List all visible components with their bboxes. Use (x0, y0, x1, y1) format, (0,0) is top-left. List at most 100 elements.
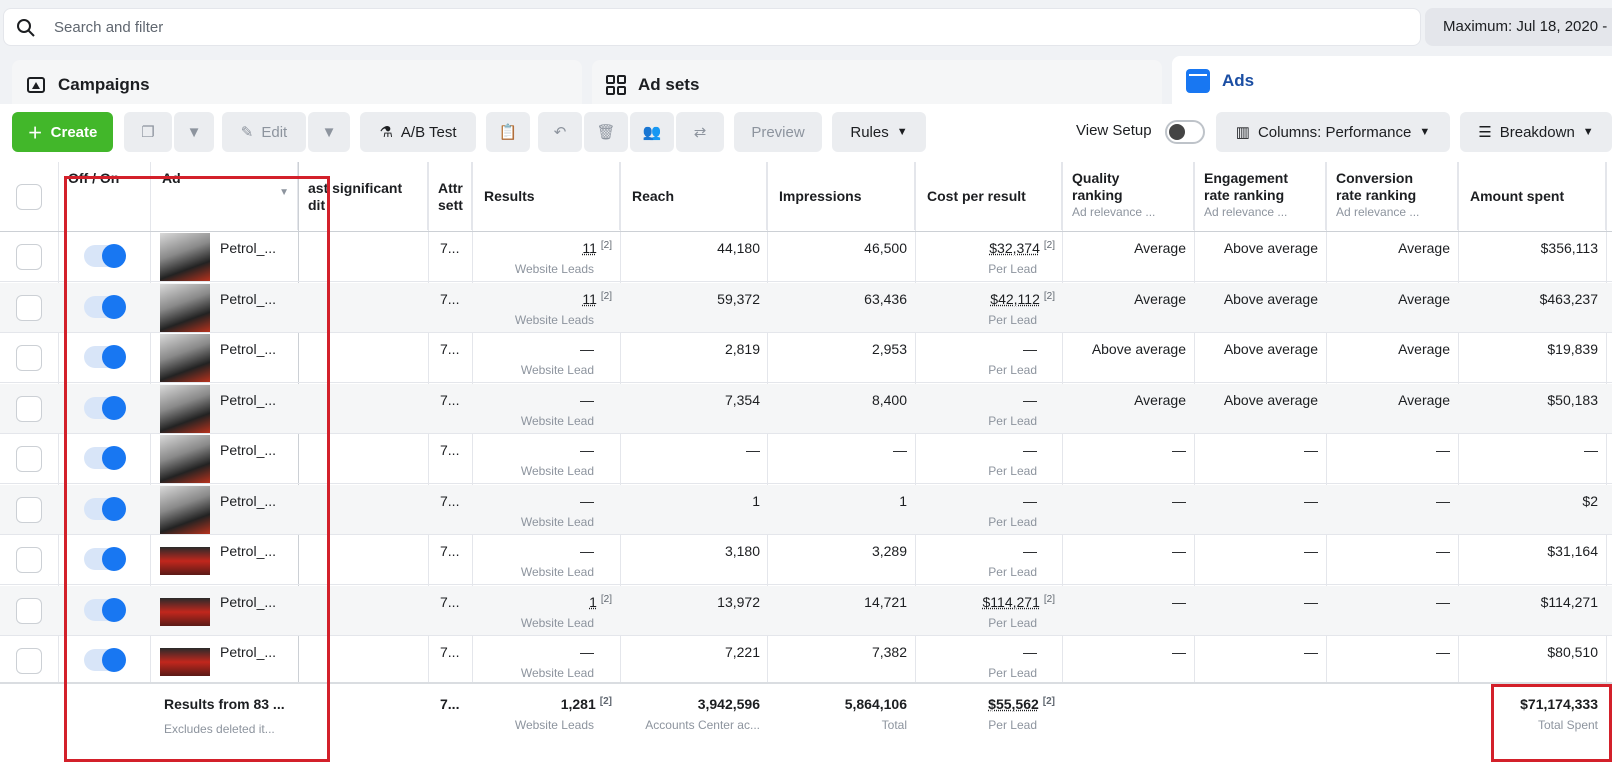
delete-button[interactable]: 🗑 (584, 112, 628, 152)
columns-button[interactable]: ▥ Columns: Performance ▼ (1216, 112, 1450, 152)
row-checkbox[interactable] (16, 294, 42, 321)
tab-adsets[interactable]: Ad sets (592, 60, 1162, 110)
cpr-cell: — Per Lead (915, 384, 1055, 433)
cpr-cell: $114,271 [2] Per Lead (915, 586, 1055, 635)
col-quality-line1: Quality (1072, 170, 1120, 186)
edit-dropdown[interactable]: ▼ (308, 112, 350, 152)
cpr-sub: Per Lead (988, 565, 1037, 579)
col-attribution[interactable]: Attr sett (428, 162, 472, 230)
conversion-ranking-cell: Average (1398, 240, 1450, 256)
rules-button[interactable]: Rules ▼ (832, 112, 926, 152)
row-checkbox[interactable] (16, 597, 42, 624)
footnote: [2] (1042, 696, 1055, 707)
flask-icon: ⚗ (379, 124, 393, 141)
tab-ads[interactable]: Ads (1172, 56, 1612, 106)
duplicate-button[interactable]: ❐ (124, 112, 172, 152)
caret-down-icon: ▼ (186, 123, 202, 141)
view-setup-toggle[interactable] (1165, 120, 1205, 144)
clipboard-button[interactable]: 📋 (486, 112, 530, 152)
impressions-cell: — (893, 442, 907, 458)
cpr-cell: $32,374 [2] Per Lead (915, 232, 1055, 281)
cpr-cell: — Per Lead (915, 535, 1055, 584)
cpr-sub: Per Lead (988, 514, 1037, 529)
export-icon: ⇄ (693, 124, 707, 141)
row-checkbox[interactable] (16, 395, 42, 422)
row-checkbox[interactable] (16, 547, 42, 573)
row-checkbox[interactable] (16, 446, 42, 472)
results-value: — (580, 543, 594, 559)
col-quality-line2: ranking (1072, 187, 1123, 203)
footer-impressions-value: 5,864,106 (844, 696, 907, 712)
columns-label: Columns: Performance (1257, 123, 1412, 141)
footer-results-value: 1,281 (560, 696, 596, 712)
date-range-picker[interactable]: Maximum: Jul 18, 2020 - (1425, 8, 1612, 46)
cpr-value: — (1023, 442, 1037, 458)
col-results[interactable]: Results (472, 162, 620, 230)
cpr-cell: — Per Lead (915, 434, 1055, 483)
row-checkbox[interactable] (16, 345, 42, 371)
col-cpr-label: Cost per result (927, 188, 1026, 204)
conversion-ranking-cell: Average (1398, 341, 1450, 357)
impressions-cell: 2,953 (871, 341, 907, 357)
col-amount-spent[interactable]: Amount spent (1458, 162, 1606, 230)
cpr-sub: Per Lead (988, 262, 1037, 276)
duplicate-dropdown[interactable]: ▼ (174, 112, 214, 152)
search-bar[interactable]: Search and filter (3, 8, 1421, 46)
cpr-value: $114,271 (982, 593, 1040, 610)
ad-window-icon (1186, 69, 1210, 93)
preview-button[interactable]: Preview (734, 112, 822, 152)
col-cost-per-result[interactable]: Cost per result (915, 162, 1062, 230)
export-button[interactable]: ⇄ (676, 112, 724, 152)
conversion-ranking-cell: — (1436, 644, 1450, 660)
ab-test-button[interactable]: ⚗ A/B Test (360, 112, 476, 152)
cpr-value: — (1023, 341, 1037, 357)
cpr-cell: — Per Lead (915, 333, 1055, 382)
search-input[interactable]: Search and filter (54, 19, 163, 36)
impressions-cell: 7,382 (871, 644, 907, 660)
plus-icon: ＋ (27, 124, 43, 142)
engagement-ranking-cell: Above average (1223, 240, 1318, 256)
col-engagement-line1: Engagement (1204, 170, 1289, 186)
clipboard-icon: 📋 (498, 124, 518, 141)
undo-icon: ↶ (553, 124, 567, 141)
tab-label: Ads (1222, 71, 1255, 90)
col-reach[interactable]: Reach (620, 162, 767, 230)
results-sub: Website Leads (514, 262, 594, 276)
col-engagement-line2: rate ranking (1204, 187, 1285, 203)
impressions-cell: 1 (899, 492, 907, 509)
undo-button[interactable]: ↶ (538, 112, 582, 152)
view-setup-label: View Setup (1076, 122, 1152, 139)
engagement-ranking-cell: — (1304, 543, 1318, 559)
cpr-value: — (1023, 391, 1037, 408)
col-reach-label: Reach (632, 188, 675, 204)
footer-results: 1,281 [2] Website Leads (472, 688, 612, 772)
col-conversion-ranking[interactable]: Conversion rate ranking Ad relevance ... (1326, 162, 1458, 230)
col-engagement-ranking[interactable]: Engagement rate ranking Ad relevance ... (1194, 162, 1326, 230)
reach-cell: 2,819 (724, 341, 760, 357)
row-checkbox[interactable] (16, 648, 42, 674)
reach-cell: 7,354 (724, 391, 760, 408)
columns-icon: ▥ (1235, 124, 1250, 141)
create-button[interactable]: ＋ Create (12, 112, 113, 152)
reach-cell: 3,180 (724, 543, 760, 559)
select-all-checkbox[interactable] (16, 184, 42, 210)
results-sub: Website Lead (520, 464, 594, 478)
audience-button[interactable]: 👥 (630, 112, 674, 152)
breakdown-button[interactable]: ☰ Breakdown ▼ (1460, 112, 1612, 152)
amount-spent-cell: $2 (1582, 492, 1598, 509)
edit-label: Edit (261, 123, 288, 141)
row-checkbox[interactable] (16, 496, 42, 523)
amount-spent-cell: — (1584, 442, 1598, 458)
results-sub: Website Lead (520, 615, 594, 630)
tab-campaigns[interactable]: Campaigns (12, 60, 582, 110)
row-checkbox[interactable] (16, 244, 42, 270)
col-spent-label: Amount spent (1470, 188, 1565, 204)
quality-ranking-cell: — (1172, 492, 1186, 509)
duplicate-icon: ❐ (141, 124, 155, 141)
results-cell: 1 [2] Website Lead (472, 586, 612, 635)
edit-button[interactable]: ✎ Edit (222, 112, 306, 152)
amount-spent-cell: $356,113 (1540, 240, 1598, 256)
results-cell: — Website Lead (472, 636, 612, 685)
col-impressions[interactable]: Impressions (767, 162, 915, 230)
col-quality-ranking[interactable]: Quality ranking Ad relevance ... (1062, 162, 1194, 230)
